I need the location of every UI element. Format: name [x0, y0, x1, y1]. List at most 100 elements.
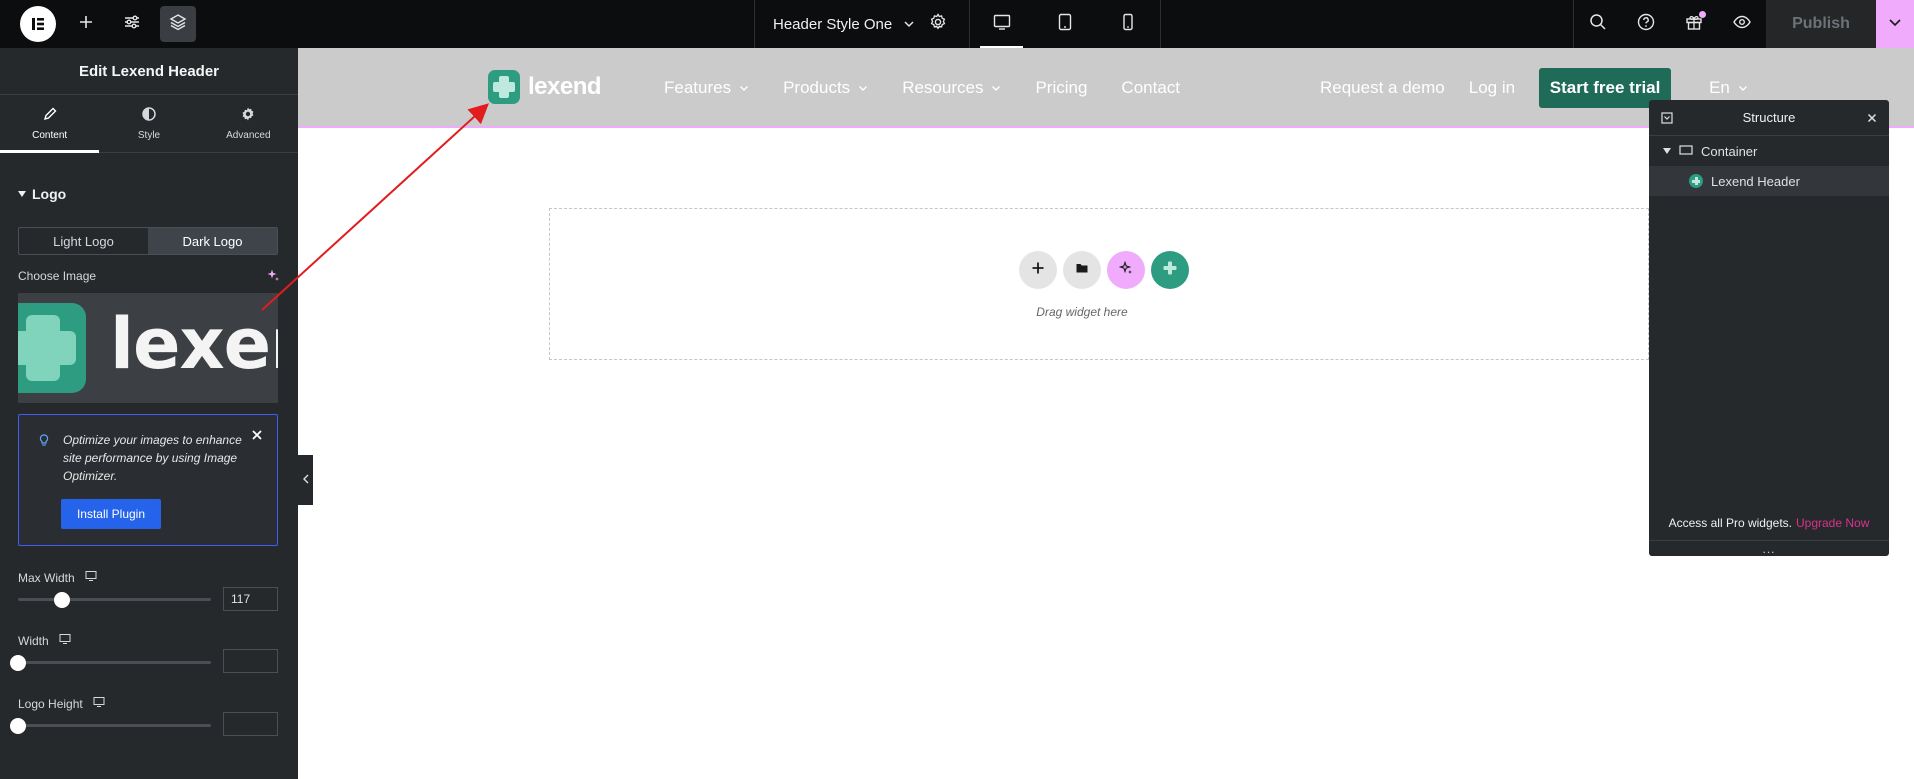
publish-button[interactable]: Publish: [1766, 0, 1876, 48]
add-section-button[interactable]: [1019, 251, 1057, 289]
site-logo-word: lexend: [528, 73, 602, 100]
logo-height-slider[interactable]: [10, 717, 211, 734]
logo-height-input[interactable]: [223, 712, 278, 736]
half-circle-icon: [141, 106, 157, 125]
nav-label: Products: [783, 78, 851, 97]
empty-section-drop-zone[interactable]: Drag widget here: [549, 208, 1649, 360]
tab-content[interactable]: Content: [0, 95, 100, 153]
slider-handle[interactable]: [54, 591, 70, 608]
caret-down-icon[interactable]: [1663, 148, 1671, 154]
panel-title: Edit Lexend Header: [0, 48, 298, 95]
editor-panel: Edit Lexend Header Content Style Advance…: [0, 48, 298, 779]
nav-features[interactable]: Features: [664, 78, 749, 98]
nav-pricing[interactable]: Pricing: [1035, 78, 1087, 98]
collapse-panel-button[interactable]: [298, 455, 313, 505]
preview-button[interactable]: [1718, 0, 1766, 48]
max-width-label: Max Width: [18, 570, 97, 585]
tablet-icon: [1055, 12, 1075, 37]
structure-title: Structure: [1742, 110, 1796, 125]
device-tablet-button[interactable]: [1033, 0, 1096, 48]
preview-logo-word: lexend: [110, 303, 278, 385]
plus-icon: [1031, 261, 1045, 280]
device-mobile-button[interactable]: [1097, 0, 1160, 48]
slider-handle[interactable]: [10, 717, 26, 734]
publish-options-button[interactable]: [1876, 0, 1914, 48]
addon-templates-button[interactable]: [1151, 251, 1189, 289]
desktop-icon[interactable]: [85, 570, 97, 585]
elementor-logo-icon[interactable]: [20, 6, 56, 42]
chevron-left-icon: [302, 471, 310, 489]
mobile-icon: [1118, 12, 1138, 37]
nav-label: Pricing: [1035, 78, 1088, 97]
resize-handle[interactable]: ...: [1649, 540, 1889, 556]
add-template-button[interactable]: [1063, 251, 1101, 289]
width-label: Width: [18, 633, 71, 648]
nav-contact[interactable]: Contact: [1121, 78, 1180, 98]
login-link[interactable]: Log in: [1469, 78, 1515, 98]
desktop-icon[interactable]: [59, 633, 71, 648]
desktop-icon[interactable]: [93, 696, 105, 711]
slider-handle[interactable]: [10, 654, 26, 671]
close-icon[interactable]: [1867, 113, 1877, 123]
structure-item-container[interactable]: Container: [1649, 136, 1889, 166]
nav-products[interactable]: Products: [783, 78, 868, 98]
desktop-icon: [992, 12, 1012, 37]
lexend-logo-mark: [488, 70, 520, 104]
topbar-right-group: Publish: [1573, 0, 1914, 48]
ai-build-button[interactable]: [1107, 251, 1145, 289]
collapse-icon[interactable]: [1661, 112, 1673, 124]
page-settings-button[interactable]: [920, 6, 956, 42]
site-logo[interactable]: lexend: [488, 70, 602, 104]
max-width-slider[interactable]: [18, 591, 211, 608]
nav-label: Features: [664, 78, 732, 97]
document-title: Header Style One: [773, 15, 893, 33]
search-button[interactable]: [1574, 0, 1622, 48]
help-button[interactable]: [1622, 0, 1670, 48]
tab-label: Advanced: [226, 130, 271, 141]
lexend-widget-icon: [1689, 174, 1703, 188]
add-element-button[interactable]: [68, 6, 104, 42]
ai-sparkle-icon: [1118, 260, 1133, 280]
structure-header: Structure: [1649, 100, 1889, 136]
upgrade-now-link[interactable]: Upgrade Now: [1796, 516, 1869, 530]
width-input[interactable]: [223, 649, 278, 673]
site-nav: Features Products Resources Pricing Cont…: [664, 48, 1180, 128]
chevron-down-icon: [859, 86, 868, 91]
device-desktop-button[interactable]: [970, 0, 1033, 48]
pencil-icon: [42, 106, 58, 125]
structure-button[interactable]: [160, 6, 196, 42]
control-label: Logo Height: [18, 696, 83, 711]
logo-image-preview[interactable]: lexend: [18, 293, 278, 403]
plus-badge-icon: [1163, 261, 1177, 280]
ai-sparkle-icon[interactable]: [266, 268, 280, 282]
language-selector[interactable]: En: [1709, 78, 1748, 98]
gear-icon: [928, 12, 948, 37]
dark-logo-option[interactable]: Dark Logo: [148, 228, 277, 254]
chevron-down-icon: [1886, 13, 1904, 36]
tab-advanced[interactable]: Advanced: [199, 95, 298, 152]
eye-icon: [1732, 12, 1752, 37]
request-demo-link[interactable]: Request a demo: [1320, 78, 1445, 98]
section-title: Logo: [32, 186, 67, 202]
width-slider[interactable]: [10, 654, 211, 671]
gear-icon: [240, 106, 256, 125]
logo-variant-switcher: Light Logo Dark Logo: [18, 227, 278, 255]
lexend-logo-mark: [18, 303, 86, 393]
chevron-down-icon: [992, 86, 1001, 91]
whats-new-button[interactable]: [1670, 0, 1718, 48]
site-settings-button[interactable]: [114, 6, 150, 42]
structure-item-lexend-header[interactable]: Lexend Header: [1649, 166, 1889, 196]
close-icon[interactable]: [251, 429, 263, 441]
tab-label: Style: [137, 130, 161, 141]
install-plugin-button[interactable]: Install Plugin: [61, 499, 161, 529]
caret-down-icon: [18, 191, 26, 197]
control-label: Max Width: [18, 570, 75, 585]
tab-label: Content: [32, 130, 68, 141]
section-logo-toggle[interactable]: Logo: [18, 186, 66, 202]
max-width-input[interactable]: 117: [223, 587, 278, 611]
tab-style[interactable]: Style: [99, 95, 198, 152]
notice-text: Optimize your images to enhance site per…: [63, 433, 242, 483]
container-icon: [1679, 144, 1693, 159]
light-logo-option[interactable]: Light Logo: [19, 228, 148, 254]
nav-resources[interactable]: Resources: [902, 78, 1001, 98]
